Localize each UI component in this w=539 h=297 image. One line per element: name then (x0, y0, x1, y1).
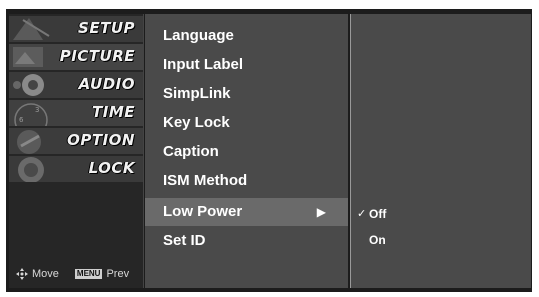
category-column: SETUP PICTURE AUDIO 6 3 TIME OPTION LOCK (9, 14, 144, 288)
option-label: Language (163, 27, 234, 44)
category-option[interactable]: OPTION (9, 128, 143, 154)
option-simplink[interactable]: SimpLink (145, 80, 348, 108)
option-panel: Language Input Label SimpLink Key Lock C… (145, 14, 348, 288)
option-low-power[interactable]: Low Power ▶ (145, 198, 348, 226)
category-label: TIME (92, 103, 135, 121)
submenu-panel: ✓ Off On (350, 14, 531, 288)
submenu-item-label: Off (369, 207, 387, 221)
option-label: Caption (163, 143, 219, 160)
svg-text:6: 6 (19, 116, 24, 124)
submenu-item-on[interactable]: On (369, 233, 386, 247)
category-label: SETUP (78, 19, 135, 37)
category-audio[interactable]: AUDIO (9, 72, 143, 98)
option-caption[interactable]: Caption (145, 138, 348, 166)
checkmark-icon: ✓ (357, 208, 367, 220)
submenu-arrow-icon: ▶ (316, 205, 326, 219)
category-setup[interactable]: SETUP (9, 16, 143, 42)
option-ism-method[interactable]: ISM Method (145, 167, 348, 195)
submenu-item-label: On (369, 233, 386, 247)
prev-label: Prev (106, 268, 130, 280)
submenu-item-off[interactable]: ✓ Off (357, 207, 387, 221)
option-input-label[interactable]: Input Label (145, 51, 348, 79)
category-label: LOCK (88, 159, 135, 177)
option-label: Key Lock (163, 114, 230, 131)
option-label: Input Label (163, 56, 243, 73)
option-label: ISM Method (163, 172, 248, 189)
move-arrows-icon (16, 268, 28, 280)
menu-key-icon: MENU (74, 269, 103, 279)
category-lock[interactable]: LOCK (9, 156, 143, 182)
category-label: OPTION (67, 131, 135, 149)
option-set-id[interactable]: Set ID (145, 227, 348, 255)
option-language[interactable]: Language (145, 22, 348, 50)
option-key-lock[interactable]: Key Lock (145, 109, 348, 137)
option-label: Set ID (163, 232, 206, 249)
category-time[interactable]: 6 3 TIME (9, 100, 143, 126)
option-label: SimpLink (163, 85, 231, 102)
move-label: Move (32, 268, 59, 280)
category-picture[interactable]: PICTURE (9, 44, 143, 70)
category-label: AUDIO (78, 75, 135, 93)
svg-text:3: 3 (35, 106, 39, 114)
option-label: Low Power (163, 203, 243, 220)
nav-hint: Move MENU Prev (16, 268, 129, 280)
category-label: PICTURE (59, 47, 135, 65)
